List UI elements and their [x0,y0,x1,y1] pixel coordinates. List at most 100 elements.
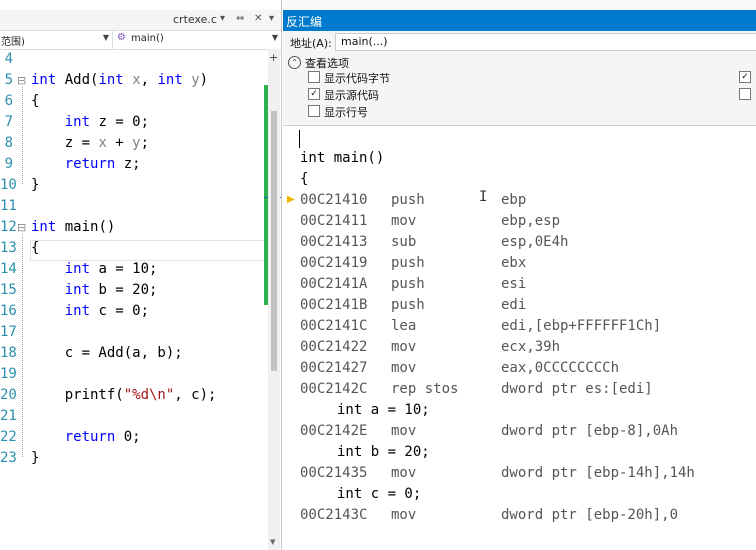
checkbox[interactable] [308,105,320,117]
instruction-mnemonic[interactable]: mov [391,463,416,484]
instruction-address[interactable]: 00C21419 [300,253,367,274]
code-line[interactable]: z = x + y; [31,133,149,154]
instruction-address[interactable]: 00C2141A [300,274,367,295]
function-icon: ⚙ [117,32,126,43]
instruction-address[interactable]: 00C2142E [300,421,367,442]
instruction-mnemonic[interactable]: push [391,253,425,274]
option-label: 显示代码字节 [324,72,390,85]
editor-tab-title[interactable]: crtexe.c [173,13,217,26]
instruction-operand[interactable]: ebp,esp [501,211,560,232]
checkbox[interactable] [739,88,751,100]
instruction-address[interactable]: 00C21422 [300,337,367,358]
checkbox[interactable] [308,71,320,83]
options-header[interactable]: 查看选项 [305,55,349,71]
instruction-operand[interactable]: dword ptr [ebp-8],0Ah [501,421,678,442]
line-number: 14 [0,261,17,277]
disassembly-title-bar[interactable]: 反汇编 [283,10,756,31]
text-caret [299,130,300,148]
code-line[interactable]: } [31,175,39,196]
code-line[interactable]: int c = 0; [31,301,149,322]
instruction-address[interactable]: 00C2141C [300,316,367,337]
view-options-panel: ⌃ 查看选项 显示代码字节 ✓ 显示源代码 显示行号 ✓ [283,53,756,126]
code-line[interactable]: int z = 0; [31,112,149,133]
code-line[interactable]: return 0; [31,427,141,448]
navigation-bar: 范围) ▼ ⚙ main() ▼ [0,30,281,50]
instruction-address[interactable]: 00C2143C [300,505,367,526]
instruction-address[interactable]: 00C21435 [300,463,367,484]
instruction-address[interactable]: 00C21427 [300,358,367,379]
instruction-address[interactable]: 00C21411 [300,211,367,232]
current-line-highlight [30,240,266,261]
instruction-operand[interactable]: edi [501,295,526,316]
code-line[interactable]: return z; [31,154,141,175]
instruction-address[interactable]: 00C2141B [300,295,367,316]
close-icon[interactable]: ✕ [254,13,262,24]
instruction-mnemonic[interactable]: sub [391,232,416,253]
instruction-mnemonic[interactable]: push [391,295,425,316]
instruction-operand[interactable]: esi [501,274,526,295]
line-number: 16 [0,303,17,319]
line-number: 13 [0,240,17,256]
instruction-mnemonic[interactable]: mov [391,337,416,358]
instruction-address[interactable]: 00C2142C [300,379,367,400]
code-line[interactable]: } [31,448,39,469]
code-line[interactable]: int main() [31,217,115,238]
instruction-operand[interactable]: ecx,39h [501,337,560,358]
line-number: 19 [0,366,17,382]
instruction-operand[interactable]: ebp [501,190,526,211]
code-line[interactable]: int b = 20; [31,280,158,301]
code-line[interactable]: printf("%d\n", c); [31,385,217,406]
code-line[interactable]: int a = 10; [31,259,158,280]
collapse-icon[interactable]: ⌃ [288,56,301,69]
code-line[interactable]: int Add(int x, int y) [31,70,208,91]
pin-icon[interactable]: ⇔ [236,13,244,24]
instruction-mnemonic[interactable]: lea [391,316,416,337]
source-line[interactable]: int b = 20; [337,442,430,463]
scroll-down-icon[interactable]: ▼ [270,538,275,546]
instruction-address[interactable]: 00C21413 [300,232,367,253]
instruction-mnemonic[interactable]: mov [391,505,416,526]
code-line[interactable]: { [31,91,39,112]
instruction-mnemonic[interactable]: rep stos [391,379,458,400]
dropdown-icon[interactable]: ▾ [220,13,225,24]
instruction-mnemonic[interactable]: push [391,190,425,211]
source-line[interactable]: int c = 0; [337,484,421,505]
instruction-operand[interactable]: esp,0E4h [501,232,568,253]
scope-dropdown[interactable]: 范围) ▼ [0,31,113,49]
menu-arrow-icon[interactable]: ▾ [269,13,274,24]
instruction-mnemonic[interactable]: push [391,274,425,295]
source-line[interactable]: int main() [300,148,384,169]
code-area[interactable]: 4 5 int Add(int x, int y) ⊟ 6{7 int z = 0; 8 … [0,49,265,550]
instruction-operand[interactable]: edi,[ebp+FFFFFF1Ch] [501,316,661,337]
instruction-mnemonic[interactable]: mov [391,211,416,232]
code-line[interactable]: c = Add(a, b); [31,343,183,364]
line-number: 21 [0,408,17,424]
address-input[interactable]: main(...) [335,33,756,51]
instruction-mnemonic[interactable]: mov [391,358,416,379]
line-number: 23 [0,450,17,466]
option-label: 显示行号 [324,106,368,119]
editor-tab-bar: crtexe.c ▾ ⇔ ✕ ▾ [0,10,281,30]
scope-dropdown-text: 范围) [1,37,25,48]
vertical-scrollbar[interactable]: + ▼ [268,49,280,550]
line-number: 7 [4,114,13,130]
window-title: 反汇编 [286,15,323,29]
instruction-operand[interactable]: dword ptr [ebp-14h],14h [501,463,695,484]
split-icon[interactable]: + [269,51,278,64]
source-line[interactable]: { [300,169,308,190]
instruction-mnemonic[interactable]: mov [391,421,416,442]
checkbox[interactable]: ✓ [739,71,751,83]
source-line[interactable]: int a = 10; [337,400,430,421]
scrollbar-thumb[interactable] [271,111,277,371]
instruction-address[interactable]: 00C21410 [300,190,367,211]
line-number: 20 [0,387,17,403]
instruction-operand[interactable]: ebx [501,253,526,274]
option-label: 显示源代码 [324,89,379,102]
disassembly-listing[interactable]: ▶ I int main(){00C21410 push ebp 00C21411 mo… [283,126,756,550]
instruction-operand[interactable]: eax,0CCCCCCCCh [501,358,619,379]
instruction-operand[interactable]: dword ptr [ebp-20h],0 [501,505,678,526]
instruction-operand[interactable]: dword ptr es:[edi] [501,379,653,400]
function-dropdown[interactable]: ⚙ main() ▼ [114,31,281,49]
line-number: 18 [0,345,17,361]
checkbox[interactable]: ✓ [308,88,320,100]
